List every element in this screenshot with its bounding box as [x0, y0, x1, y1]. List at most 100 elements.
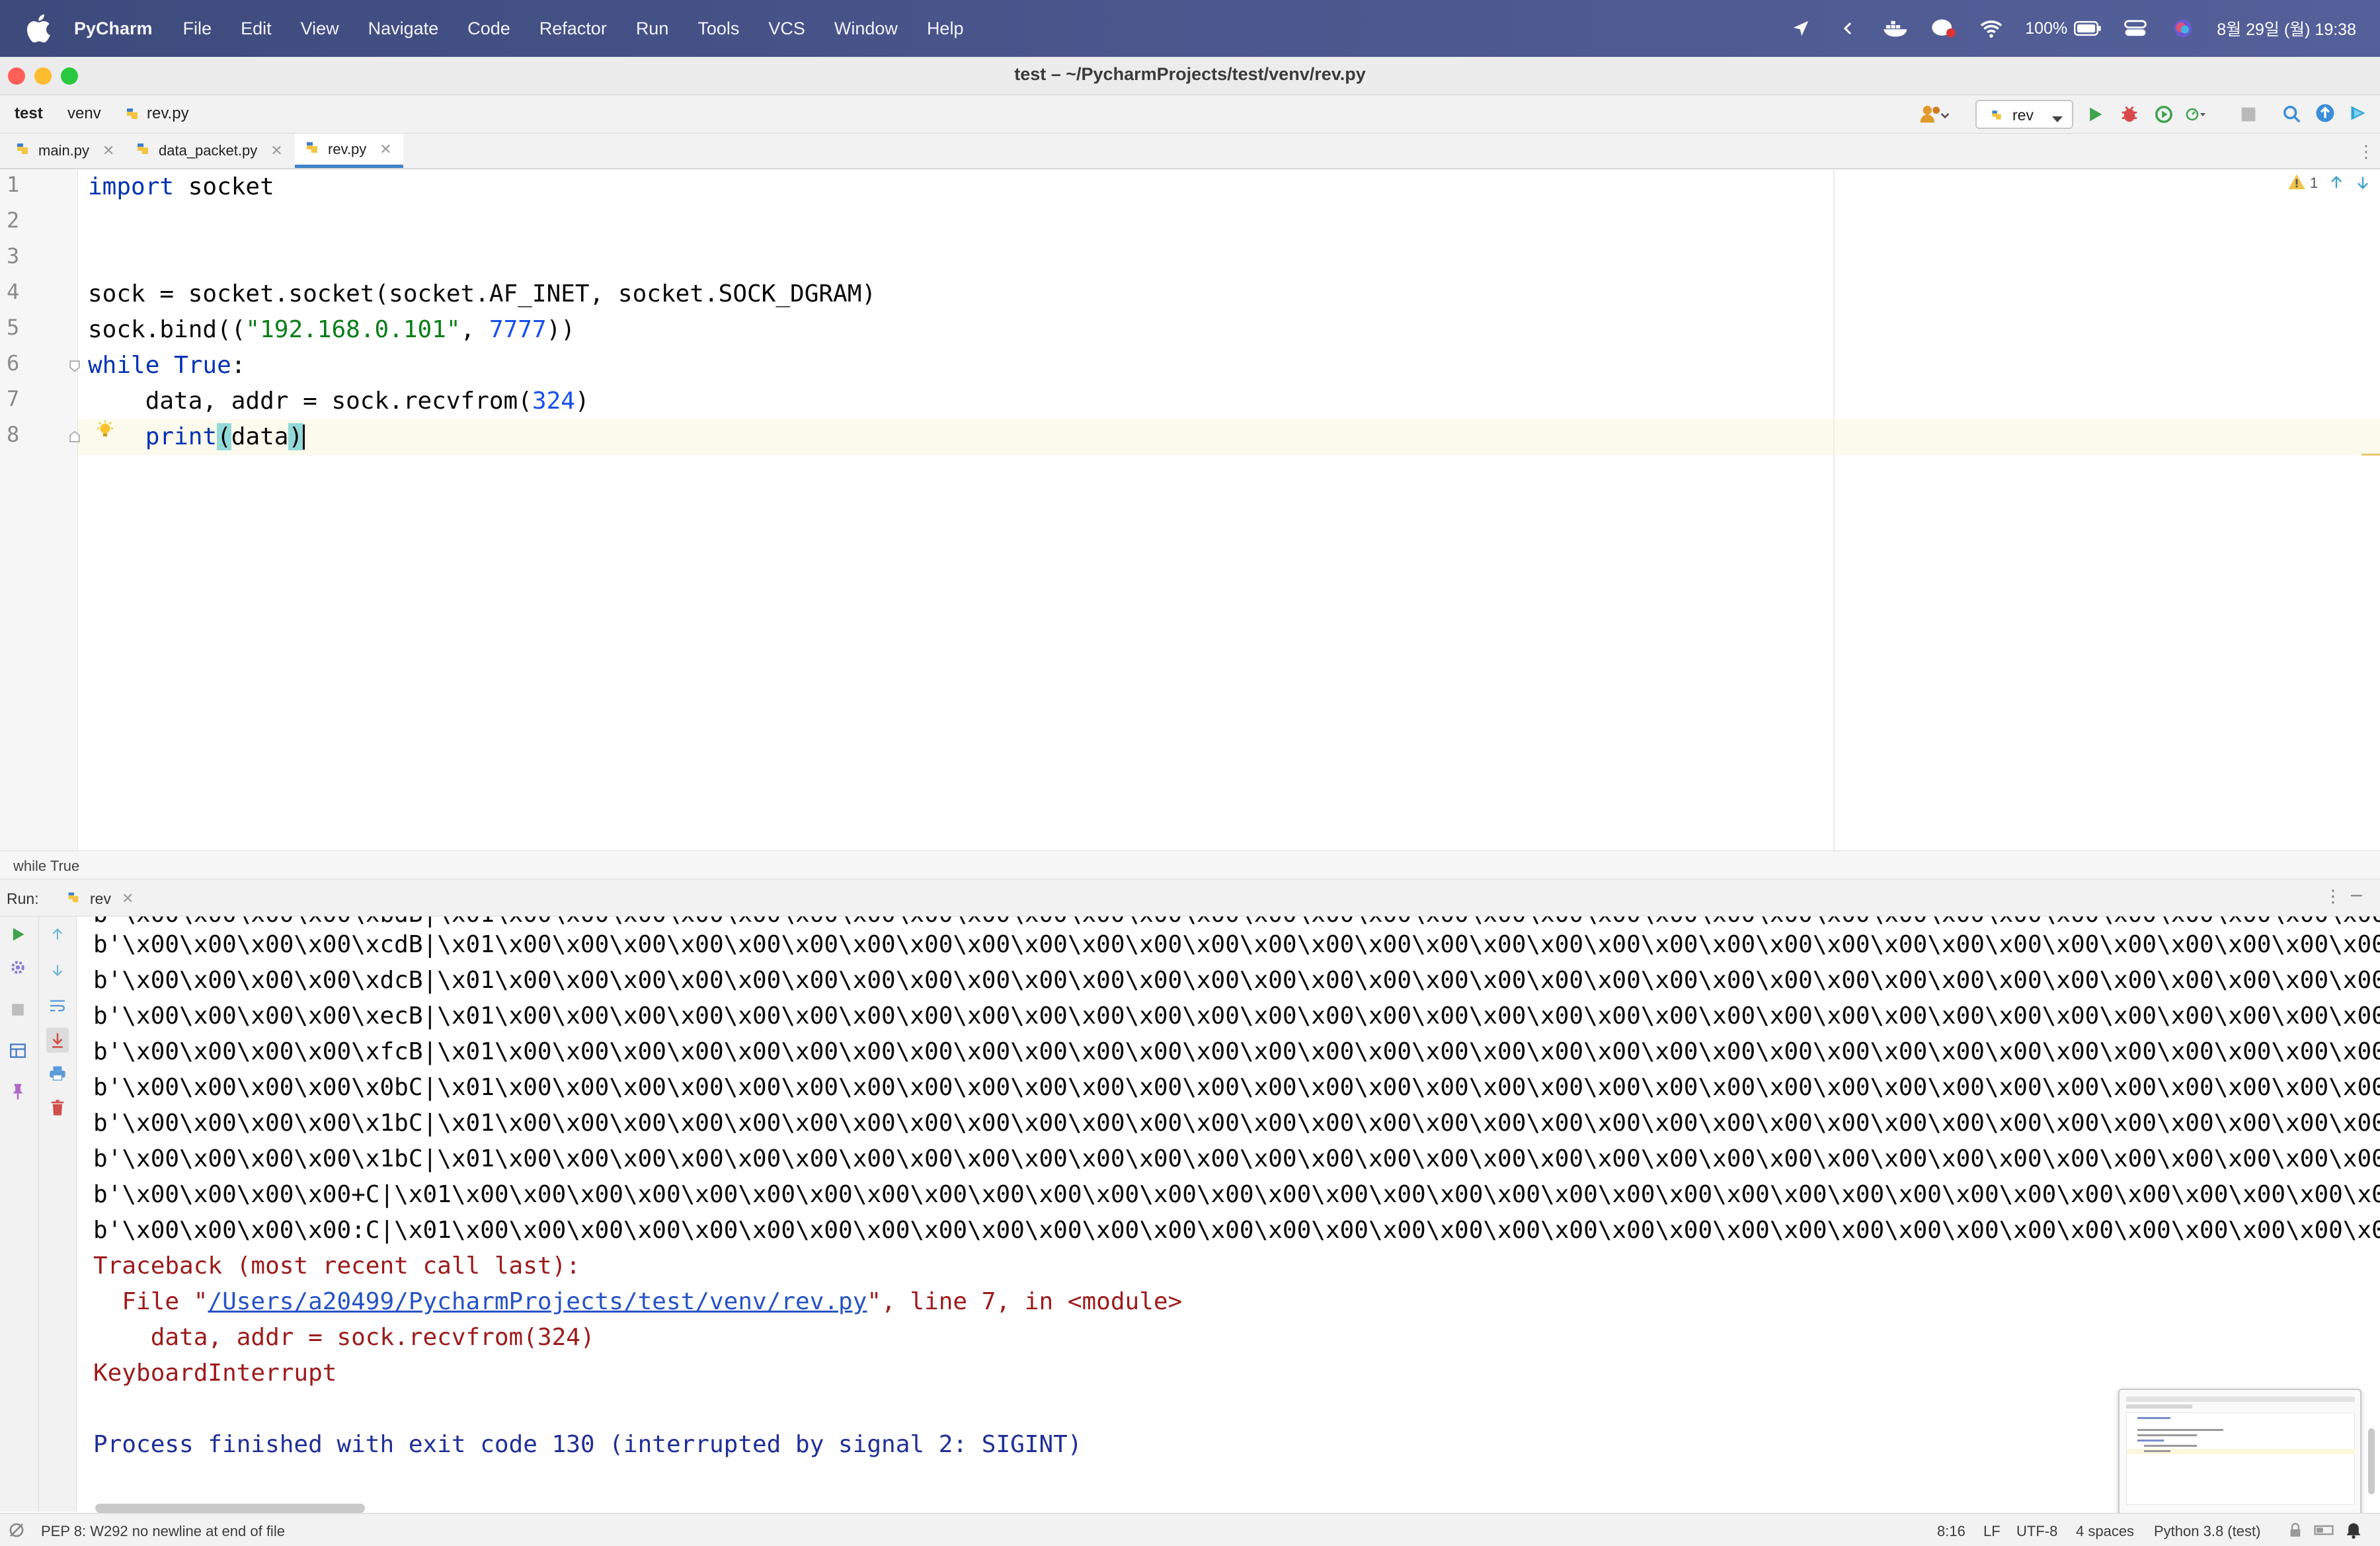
tab-main-py[interactable]: main.py ✕ [5, 134, 118, 168]
clock-datetime[interactable]: 8월 29일 (월) 19:38 [2217, 17, 2356, 40]
run-icon[interactable] [2085, 104, 2105, 124]
menu-app-pycharm[interactable]: PyCharm [74, 19, 153, 39]
wifi-icon[interactable] [1977, 15, 2005, 42]
code-editor[interactable]: 1 2 3 4 5 6 7 8 import socket sock = soc… [0, 169, 2380, 850]
run-console[interactable]: b'\x00\x00\x00\x00\xbdB|\x01\x00\x00\x00… [77, 916, 2380, 1512]
menu-file[interactable]: File [183, 19, 212, 39]
menu-refactor[interactable]: Refactor [539, 19, 607, 39]
notifications-bell-icon[interactable] [2346, 1522, 2361, 1542]
menu-run[interactable]: Run [636, 19, 669, 39]
menu-edit[interactable]: Edit [241, 19, 272, 39]
python-interpreter[interactable]: Python 3.8 (test) [2154, 1523, 2260, 1540]
stop-icon[interactable] [8, 1000, 28, 1020]
keyword-token: while [88, 352, 160, 379]
tab-label: data_packet.py [159, 142, 258, 159]
menu-tools[interactable]: Tools [697, 19, 739, 39]
bracket-match-token: ( [217, 423, 231, 450]
code-with-me-icon[interactable] [2348, 103, 2368, 123]
arrow-up-icon[interactable] [48, 924, 67, 944]
window-titlebar: test – ~/PycharmProjects/test/venv/rev.p… [0, 57, 2380, 95]
more-vertical-icon[interactable]: ⋮ [2358, 142, 2375, 162]
traceback-file-link[interactable]: /Users/a20499/PycharmProjects/test/venv/… [208, 1288, 867, 1315]
battery-icon[interactable] [2074, 15, 2102, 42]
chat-icon[interactable] [1930, 15, 1958, 42]
print-icon[interactable] [48, 1063, 67, 1083]
run-with-coverage-icon[interactable] [2154, 104, 2174, 124]
memory-indicator-icon[interactable] [2314, 1523, 2334, 1541]
nav-crumb-file[interactable]: rev.py [147, 104, 189, 123]
warning-count[interactable]: 1 [2310, 175, 2318, 192]
thumbnail-code-line [2144, 1445, 2197, 1447]
arrow-down-icon[interactable] [48, 960, 67, 980]
trash-icon[interactable] [48, 1098, 67, 1118]
tab-data-packet-py[interactable]: data_packet.py ✕ [126, 134, 292, 168]
close-icon[interactable]: ✕ [102, 142, 114, 159]
close-icon[interactable]: ✕ [379, 141, 391, 158]
menu-window[interactable]: Window [834, 19, 898, 39]
settings-icon[interactable] [8, 957, 28, 977]
run-tab-rev[interactable]: rev [90, 890, 111, 908]
siri-icon[interactable] [2169, 15, 2197, 42]
line-number: 2 [7, 208, 20, 233]
line-separator[interactable]: LF [1983, 1523, 2001, 1540]
vcs-off-icon[interactable] [8, 1522, 25, 1542]
control-center-icon[interactable] [2122, 15, 2149, 42]
arrow-down-icon[interactable] [2355, 175, 2371, 194]
menu-vcs[interactable]: VCS [768, 19, 805, 39]
keyword-token: True [174, 352, 231, 379]
debug-icon[interactable] [2120, 104, 2139, 124]
error-stripe-marker[interactable] [2361, 454, 2380, 456]
minimize-panel-icon[interactable]: – [2351, 883, 2362, 906]
layout-icon[interactable] [8, 1041, 28, 1061]
nav-crumb-venv[interactable]: venv [67, 104, 101, 123]
run-configuration-select[interactable]: rev [1975, 100, 2073, 129]
console-vertical-scrollbar[interactable] [2368, 1428, 2375, 1494]
line-number: 5 [7, 315, 20, 340]
soft-wrap-icon[interactable] [48, 996, 67, 1016]
apple-logo-icon[interactable] [24, 13, 52, 44]
arrow-up-icon[interactable] [2328, 175, 2344, 194]
toolbar-divider [38, 916, 39, 1512]
update-icon[interactable] [2315, 103, 2335, 123]
location-arrow-icon[interactable] [1787, 15, 1815, 42]
keyword-token: import [88, 173, 175, 200]
line-number: 3 [7, 243, 20, 268]
menu-view[interactable]: View [301, 19, 339, 39]
docker-icon[interactable] [1882, 15, 1910, 42]
text-caret [303, 425, 305, 450]
fold-end-marker-icon[interactable] [67, 430, 82, 448]
run-toolbar [0, 916, 77, 1512]
user-account-icon[interactable] [1919, 103, 1950, 128]
search-icon[interactable] [2282, 104, 2302, 124]
warning-icon[interactable] [2287, 173, 2306, 194]
menu-navigate[interactable]: Navigate [368, 19, 439, 39]
nav-crumb-project[interactable]: test [15, 104, 43, 123]
status-message[interactable]: PEP 8: W292 no newline at end of file [41, 1523, 285, 1540]
thumbnail-code-line [2144, 1450, 2170, 1452]
stop-icon[interactable] [2239, 104, 2258, 124]
code-line-4: sock = socket.socket(socket.AF_INET, soc… [88, 279, 876, 309]
tab-rev-py[interactable]: rev.py ✕ [295, 134, 403, 168]
menu-help[interactable]: Help [927, 19, 964, 39]
caret-position[interactable]: 8:16 [1937, 1523, 1965, 1540]
code-token: ) [575, 387, 590, 415]
file-encoding[interactable]: UTF-8 [2016, 1523, 2057, 1540]
indent-setting[interactable]: 4 spaces [2076, 1523, 2134, 1540]
rerun-icon[interactable] [8, 924, 28, 944]
fold-marker-icon[interactable] [67, 358, 82, 376]
more-vertical-icon[interactable]: ⋮ [2324, 886, 2342, 907]
close-icon[interactable]: ✕ [122, 890, 134, 907]
code-token: , [460, 316, 489, 343]
scroll-to-end-icon[interactable] [46, 1028, 69, 1053]
lock-icon[interactable] [2289, 1523, 2302, 1541]
pin-icon[interactable] [8, 1082, 28, 1102]
thumbnail-code-line [2137, 1434, 2197, 1436]
window-preview-thumbnail[interactable] [2118, 1389, 2361, 1520]
profile-icon[interactable] [2186, 104, 2205, 124]
chevron-left-icon[interactable] [1835, 15, 1862, 42]
editor-breadcrumb[interactable]: while True [13, 858, 79, 875]
menu-code[interactable]: Code [467, 19, 510, 39]
console-horizontal-scrollbar[interactable] [95, 1504, 365, 1513]
close-icon[interactable]: ✕ [270, 142, 282, 159]
code-line-5: sock.bind(("192.168.0.101", 7777)) [88, 315, 575, 345]
